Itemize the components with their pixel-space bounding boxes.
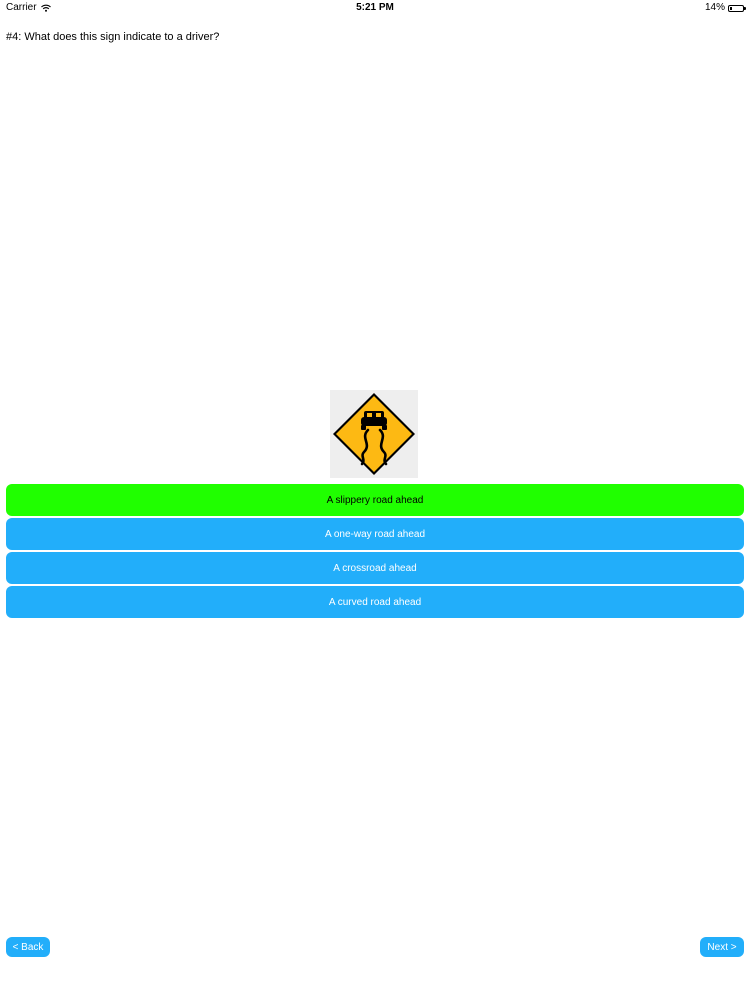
answer-button-crossroad[interactable]: A crossroad ahead — [6, 552, 744, 584]
status-right: 14% — [704, 0, 746, 16]
battery-fill — [730, 6, 732, 10]
answer-button-slippery-road[interactable]: A slippery road ahead — [6, 484, 744, 516]
status-bar: Carrier 5:21 PM 14% — [0, 0, 750, 16]
back-button[interactable]: < Back — [6, 937, 50, 957]
answer-button-one-way-road[interactable]: A one-way road ahead — [6, 518, 744, 550]
slippery-road-sign-image — [330, 390, 418, 478]
answer-button-curved-road[interactable]: A curved road ahead — [6, 586, 744, 618]
battery-percent: 14% — [704, 2, 725, 13]
question-text: #4: What does this sign indicate to a dr… — [6, 31, 220, 43]
answer-list: A slippery road ahead A one-way road ahe… — [6, 484, 744, 620]
next-button[interactable]: Next > — [700, 937, 744, 957]
status-time: 5:21 PM — [356, 2, 394, 13]
battery-icon — [728, 4, 746, 12]
